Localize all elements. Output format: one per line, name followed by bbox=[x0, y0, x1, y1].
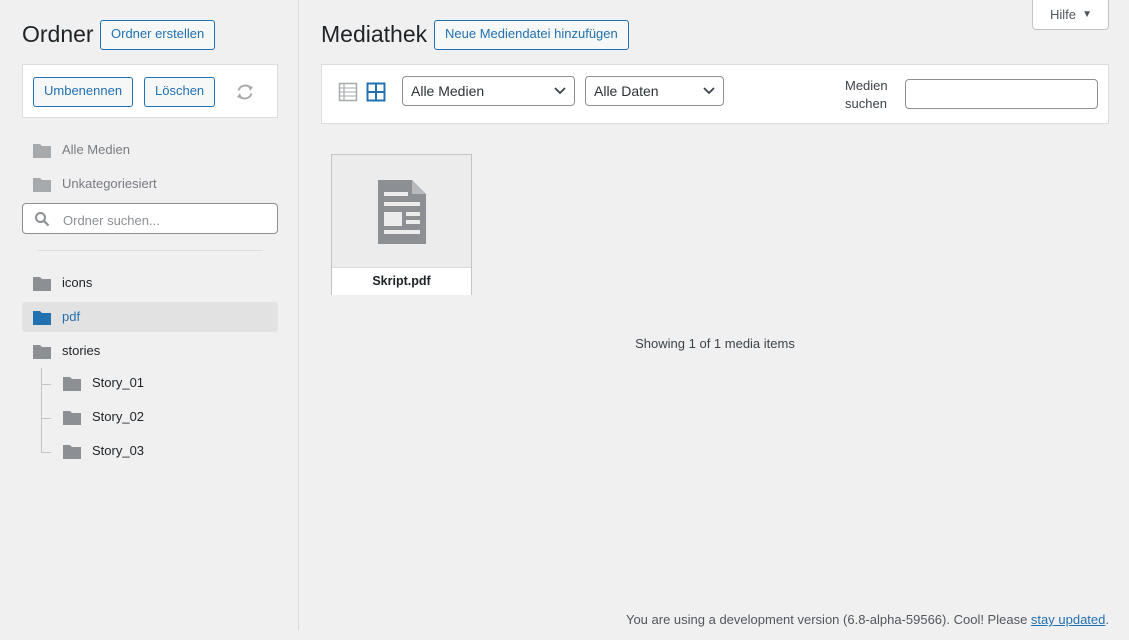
create-folder-button[interactable]: Ordner erstellen bbox=[100, 20, 216, 50]
chevron-down-icon bbox=[703, 87, 715, 95]
help-button[interactable]: Hilfe ▼ bbox=[1032, 0, 1109, 30]
media-search-input[interactable] bbox=[905, 79, 1098, 109]
folder-uncategorized[interactable]: Unkategoriesiert bbox=[22, 169, 278, 199]
folder-icon bbox=[33, 345, 51, 359]
folder-sidebar: Ordner Ordner erstellen Umbenennen Lösch… bbox=[0, 0, 299, 630]
folder-all-media[interactable]: Alle Medien bbox=[22, 135, 278, 165]
help-label: Hilfe bbox=[1050, 7, 1077, 22]
folder-icon bbox=[63, 411, 81, 425]
tree-branch bbox=[41, 452, 51, 453]
media-type-value: Alle Medien bbox=[411, 83, 485, 99]
folder-icon bbox=[63, 377, 81, 391]
sidebar-title: Ordner bbox=[22, 21, 94, 47]
folder-search bbox=[22, 203, 278, 234]
tree-line bbox=[41, 368, 42, 453]
folder-stories[interactable]: stories bbox=[22, 336, 278, 366]
folder-icon bbox=[33, 277, 51, 291]
date-select[interactable]: Alle Daten bbox=[585, 76, 724, 106]
folder-label: Alle Medien bbox=[62, 142, 130, 157]
grid-view-icon[interactable] bbox=[366, 82, 386, 102]
media-item[interactable]: Skript.pdf bbox=[331, 154, 472, 295]
folder-icon bbox=[33, 311, 51, 325]
media-type-select[interactable]: Alle Medien bbox=[402, 76, 575, 106]
folder-label: icons bbox=[62, 275, 93, 290]
media-count: Showing 1 of 1 media items bbox=[635, 336, 795, 351]
tree-branch bbox=[41, 418, 51, 419]
folder-icon bbox=[33, 178, 51, 192]
footer-suffix: . bbox=[1105, 612, 1109, 627]
document-icon bbox=[378, 180, 426, 244]
media-thumbnail bbox=[332, 155, 471, 267]
folder-toolbar: Umbenennen Löschen bbox=[22, 64, 278, 118]
folder-story-01[interactable]: Story_01 bbox=[52, 368, 278, 398]
footer-version-notice: You are using a development version (6.8… bbox=[626, 612, 1109, 628]
rename-button[interactable]: Umbenennen bbox=[33, 77, 134, 107]
refresh-icon[interactable] bbox=[234, 81, 256, 103]
caret-down-icon: ▼ bbox=[1082, 9, 1092, 20]
folder-icons[interactable]: icons bbox=[22, 268, 278, 298]
date-value: Alle Daten bbox=[594, 83, 659, 99]
folder-label: Unkategoriesiert bbox=[62, 176, 157, 191]
folder-label: pdf bbox=[62, 309, 81, 324]
folder-icon bbox=[63, 445, 81, 459]
chevron-down-icon bbox=[554, 87, 566, 95]
folder-search-input[interactable] bbox=[61, 208, 270, 232]
folder-story-02[interactable]: Story_02 bbox=[52, 402, 278, 432]
tree-branch bbox=[41, 384, 51, 385]
folder-label: stories bbox=[62, 343, 101, 358]
divider bbox=[37, 250, 263, 251]
stay-updated-link[interactable]: stay updated bbox=[1031, 612, 1105, 627]
folder-pdf[interactable]: pdf bbox=[22, 302, 278, 332]
folder-label: Story_02 bbox=[92, 409, 145, 424]
folder-label: Story_01 bbox=[92, 375, 145, 390]
search-label-line: suchen bbox=[845, 96, 887, 111]
add-media-button[interactable]: Neue Mediendatei hinzufügen bbox=[434, 20, 629, 50]
media-filename: Skript.pdf bbox=[332, 267, 471, 295]
media-search-label: Medien suchen bbox=[845, 77, 905, 113]
footer-text: You are using a development version (6.8… bbox=[625, 612, 1031, 627]
media-toolbar: Alle Medien Alle Daten Medien suchen bbox=[321, 64, 1109, 124]
folder-story-03[interactable]: Story_03 bbox=[52, 436, 278, 466]
search-label-line: Medien bbox=[845, 78, 888, 93]
list-view-icon[interactable] bbox=[338, 82, 358, 102]
folder-icon bbox=[33, 144, 51, 158]
page-title: Mediathek bbox=[321, 21, 428, 47]
delete-button[interactable]: Löschen bbox=[144, 77, 216, 107]
search-icon bbox=[35, 212, 50, 227]
folder-label: Story_03 bbox=[92, 443, 145, 458]
